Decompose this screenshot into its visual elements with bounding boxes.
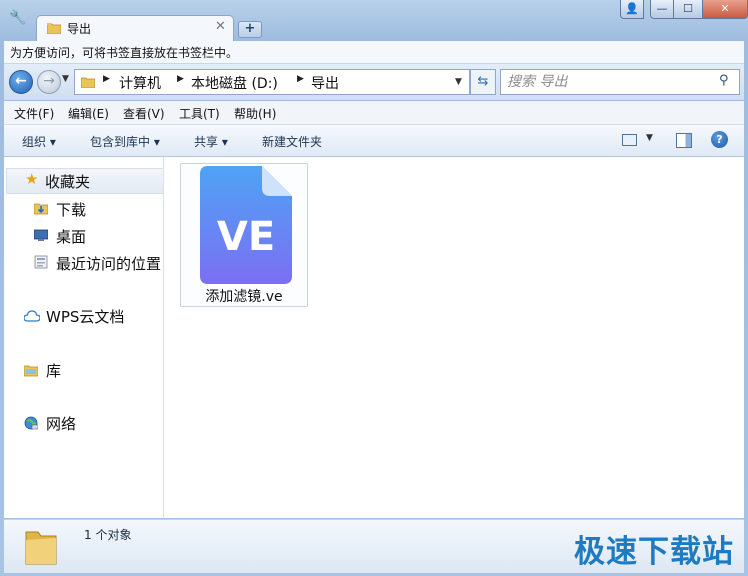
preview-pane-icon[interactable] [676,133,692,148]
close-button[interactable]: ✕ [702,0,748,19]
file-list: VE 添加滤镜.ve [164,157,744,518]
folder-icon [25,531,57,565]
tab-title: 导出 [67,22,92,36]
address-dropdown-icon[interactable]: ▼ [455,77,462,87]
recent-pages-chevron-icon[interactable]: ▼ [62,74,69,84]
cloud-icon [24,310,40,322]
search-box[interactable]: ⚲ [500,69,740,95]
tab-export[interactable]: 导出 ✕ [36,15,234,42]
menu-bar: 文件(F) 编辑(E) 查看(V) 工具(T) 帮助(H) [4,101,744,125]
status-item-count: 1 个对象 [84,528,132,542]
navigation-pane: ★ 收藏夹 下载 桌面 最近访问的位置 WPS云文档 库 网络 [4,157,164,518]
nav-item-download[interactable]: 下载 [34,198,162,220]
breadcrumb-arrow-icon[interactable]: ▶ [103,74,110,84]
menu-file[interactable]: 文件(F) [14,105,54,122]
nav-item-wps-cloud[interactable]: WPS云文档 [24,305,162,327]
menu-help[interactable]: 帮助(H) [234,105,276,122]
wrench-icon[interactable]: 🔧 [8,8,28,28]
nav-item-library[interactable]: 库 [24,359,162,381]
include-in-library-button[interactable]: 包含到库中 ▾ [90,133,160,150]
ve-icon-text: VE [217,214,275,260]
nav-label-recent: 最近访问的位置 [56,255,162,273]
favorites-label: 收藏夹 [45,173,91,191]
library-icon [24,365,38,377]
minimize-button[interactable]: — [650,0,674,19]
navigation-bar: ← → ▼ ▶ 计算机 ▶ 本地磁盘 (D:) ▶ 导出 ▼ ⇆ ⚲ [4,64,744,100]
nav-item-recent[interactable]: 最近访问的位置 [34,252,162,274]
command-bar: 组织 ▾ 包含到库中 ▾ 共享 ▾ 新建文件夹 ▼ ? [4,125,744,157]
new-tab-button[interactable]: + [238,21,262,38]
user-icon[interactable]: 👤 [620,0,644,19]
bookmark-bar: 为方便访问，可将书签直接放在书签栏中。 [4,41,744,64]
search-icon[interactable]: ⚲ [719,73,729,88]
folder-icon [47,23,61,34]
breadcrumb-computer[interactable]: 计算机 [119,73,161,93]
nav-item-network[interactable]: 网络 [24,412,162,434]
nav-item-desktop[interactable]: 桌面 [34,225,162,247]
change-view-icon[interactable] [622,134,637,146]
file-item[interactable]: VE 添加滤镜.ve [180,163,308,307]
back-button[interactable]: ← [9,70,33,94]
nav-label-wps-cloud: WPS云文档 [46,308,125,326]
recent-places-icon [34,255,48,269]
help-icon[interactable]: ? [711,131,728,148]
bookmark-hint: 为方便访问，可将书签直接放在书签栏中。 [10,46,239,60]
status-bar: 1 个对象 极速下载站 [4,519,744,573]
address-bar[interactable]: ▶ 计算机 ▶ 本地磁盘 (D:) ▶ 导出 ▼ [74,69,470,95]
folder-icon [81,77,95,88]
menu-edit[interactable]: 编辑(E) [68,105,109,122]
ve-file-icon: VE [200,166,292,284]
share-button[interactable]: 共享 ▾ [194,133,228,150]
organize-button[interactable]: 组织 ▾ [22,133,56,150]
breadcrumb-export[interactable]: 导出 [311,73,339,93]
watermark: 极速下载站 [574,534,734,570]
menu-view[interactable]: 查看(V) [123,105,165,122]
menu-tools[interactable]: 工具(T) [179,105,220,122]
file-name: 添加滤镜.ve [205,289,283,305]
download-folder-icon [34,203,48,215]
breadcrumb-arrow-icon[interactable]: ▶ [297,74,304,84]
desktop-icon [34,229,48,241]
maximize-button[interactable]: ☐ [673,0,703,19]
nav-label-network: 网络 [46,415,77,433]
new-folder-button[interactable]: 新建文件夹 [262,133,322,150]
star-icon: ★ [25,170,39,188]
forward-button[interactable]: → [37,70,61,94]
view-options-chevron-icon[interactable]: ▼ [646,133,653,143]
search-input[interactable] [507,72,707,92]
breadcrumb-arrow-icon[interactable]: ▶ [177,74,184,84]
refresh-button[interactable]: ⇆ [470,69,496,95]
favorites-header[interactable]: ★ 收藏夹 [6,168,163,194]
nav-label-desktop: 桌面 [56,228,87,246]
network-icon [24,416,38,430]
tab-close-icon[interactable]: ✕ [215,19,226,34]
nav-label-library: 库 [46,362,62,380]
nav-label-download: 下载 [56,201,87,219]
breadcrumb-drive-d[interactable]: 本地磁盘 (D:) [191,73,278,93]
tab-strip: 🔧 导出 ✕ + 👤 — ☐ ✕ [0,0,748,42]
window-frame: 🔧 导出 ✕ + 👤 — ☐ ✕ 为方便访问，可将书签直接放在书签栏中。 ← →… [0,0,748,576]
